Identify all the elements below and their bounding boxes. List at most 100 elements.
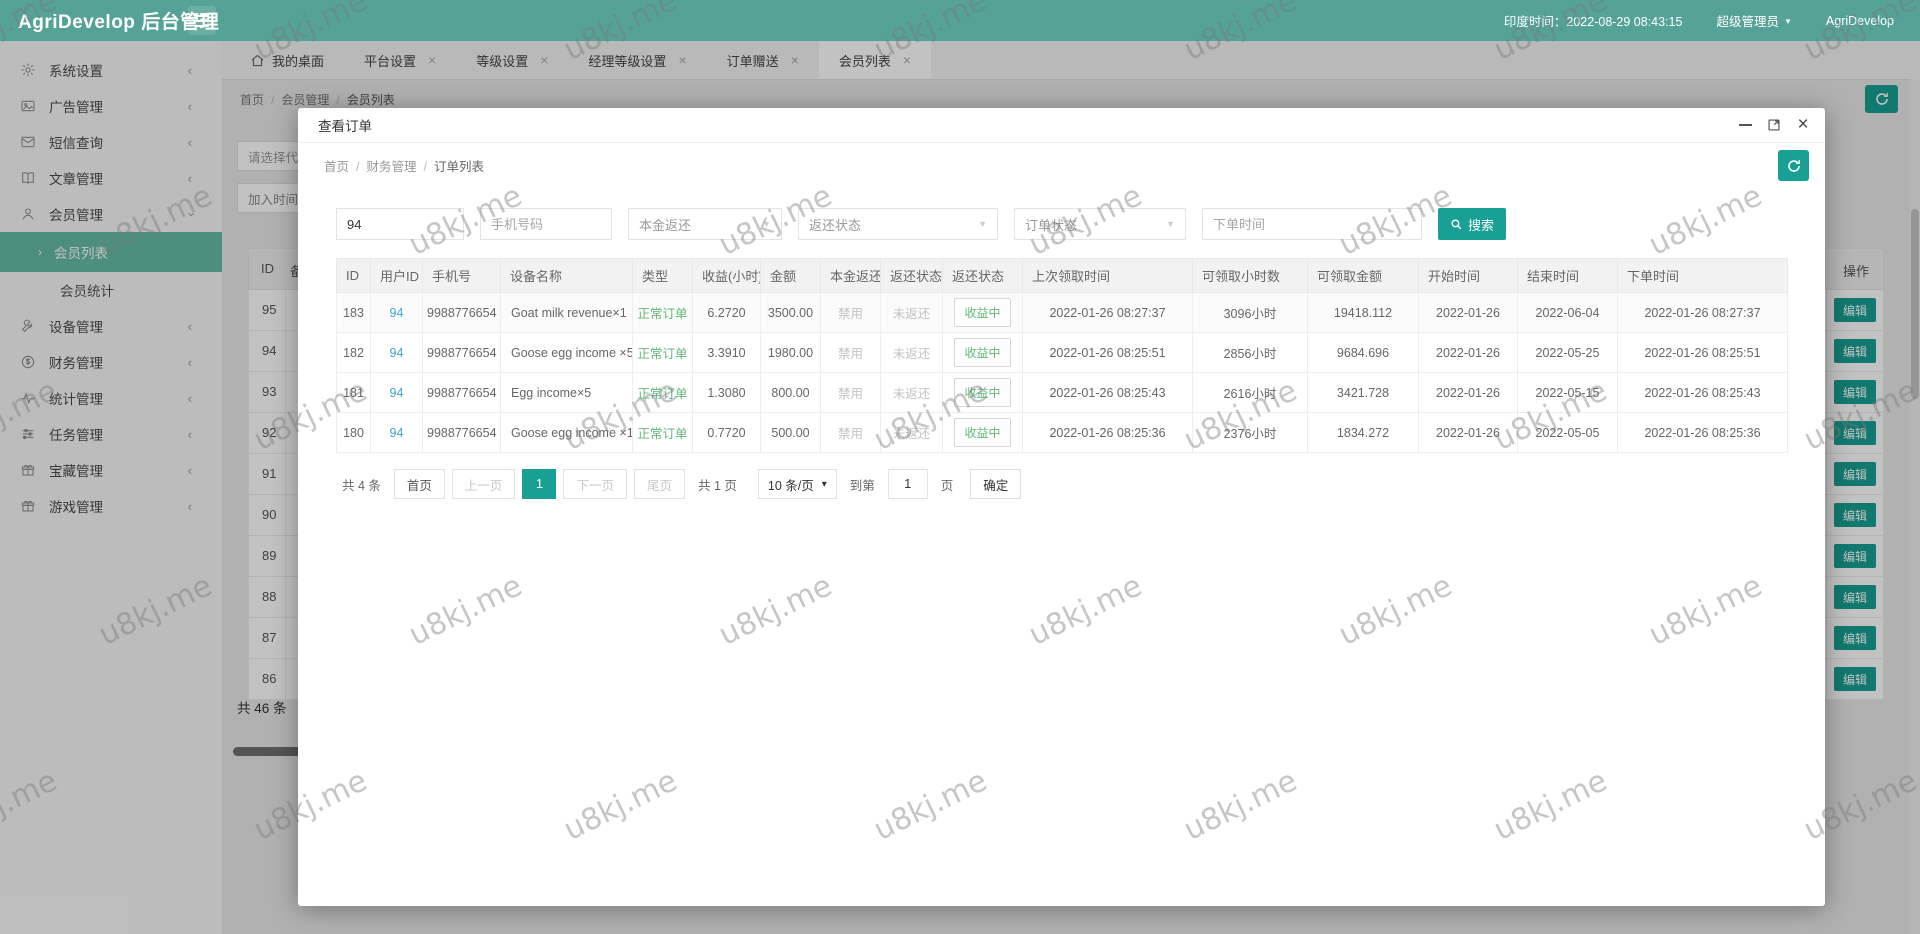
order-type-tag: 正常订单 xyxy=(637,427,688,441)
minimize-icon[interactable] xyxy=(1737,117,1753,133)
breadcrumb-item[interactable]: 首页 xyxy=(324,160,349,174)
order-time-input[interactable] xyxy=(1202,208,1422,240)
order-cell: 2022-01-26 xyxy=(1418,412,1518,453)
order-cell: 2022-01-26 08:27:37 xyxy=(1022,292,1193,333)
close-icon[interactable]: × xyxy=(1795,115,1811,134)
confirm-button[interactable]: 确定 xyxy=(970,469,1022,499)
col-header: 手机号 xyxy=(422,258,501,293)
breadcrumb-separator: / xyxy=(356,160,360,174)
modal-refresh-button[interactable] xyxy=(1778,150,1809,181)
order-cell: 500.00 xyxy=(760,412,821,453)
order-cell: 9988776654 xyxy=(422,332,501,373)
order-cell: 2022-01-26 xyxy=(1418,372,1518,413)
col-header: 设备名称 xyxy=(500,258,633,293)
order-cell: 2022-01-26 08:25:43 xyxy=(1022,372,1193,413)
top-header: AgriDevelop 后台管理 印度时间：2022-08-29 08:43:1… xyxy=(0,0,1920,41)
col-header: 开始时间 xyxy=(1418,258,1518,293)
chevron-down-icon: ▼ xyxy=(762,219,771,229)
order-row: 183 94 9988776654 Goat milk revenue×1 正常订单 6.… xyxy=(336,292,1788,333)
return-status-select[interactable]: 返还状态 ▼ xyxy=(798,208,998,240)
order-status-select[interactable]: 订单状态 ▼ xyxy=(1014,208,1186,240)
order-cell: 9684.696 xyxy=(1307,332,1419,373)
order-cell: 1.3080 xyxy=(692,372,761,413)
order-cell: 180 xyxy=(336,412,371,453)
earning-status-button[interactable]: 收益中 xyxy=(954,298,1011,327)
order-row: 181 94 9988776654 Egg income×5 正常订单 1.3080 800… xyxy=(336,372,1788,413)
app-root: AgriDevelop 后台管理 印度时间：2022-08-29 08:43:1… xyxy=(0,0,1920,934)
col-header: 返还状态 xyxy=(880,258,943,293)
chevron-down-icon: ▼ xyxy=(1166,219,1175,229)
order-cell: 181 xyxy=(336,372,371,413)
order-cell: 2022-01-26 08:25:36 xyxy=(1617,412,1788,453)
muted-status: 禁用 xyxy=(837,427,863,441)
order-cell: 183 xyxy=(336,292,371,333)
order-cell: 2022-01-26 08:25:43 xyxy=(1617,372,1788,413)
user-id-input[interactable] xyxy=(336,208,464,240)
order-row: 182 94 9988776654 Goose egg income ×5 正常订单 3.… xyxy=(336,332,1788,373)
chevron-down-icon: ▼ xyxy=(1783,17,1792,26)
view-orders-modal: 查看订单 × 首页/财务管理/订单列表 本金返还▼ xyxy=(298,108,1825,906)
muted-status: 禁用 xyxy=(837,307,863,321)
muted-status: 禁用 xyxy=(837,347,863,361)
order-cell: 2022-01-26 08:25:51 xyxy=(1022,332,1193,373)
earning-status-button[interactable]: 收益中 xyxy=(954,338,1011,367)
orders-table: ID 用户ID 手机号 设备名称 类型 收益(小时) 金额 本金返还 返还状态 返还状态 上次领取时… xyxy=(336,258,1788,453)
page-count: 共 1 页 xyxy=(697,478,737,493)
device-name: Egg income×5 xyxy=(500,372,633,413)
col-header: ID xyxy=(336,258,371,293)
order-cell: 9988776654 xyxy=(422,412,501,453)
order-cell: 2022-05-15 xyxy=(1517,372,1618,413)
prev-page-button[interactable]: 上一页 xyxy=(451,469,516,499)
earning-status-button[interactable]: 收益中 xyxy=(954,378,1011,407)
order-cell: 2022-01-26 xyxy=(1418,292,1518,333)
col-header: 类型 xyxy=(632,258,693,293)
device-name: Goat milk revenue×1 xyxy=(500,292,633,333)
order-cell: 800.00 xyxy=(760,372,821,413)
hamburger-icon[interactable] xyxy=(188,6,216,35)
search-button[interactable]: 搜索 xyxy=(1438,208,1507,240)
chevron-down-icon: ▾ xyxy=(821,478,827,490)
order-cell: 6.2720 xyxy=(692,292,761,333)
order-cell: 9988776654 xyxy=(422,292,501,333)
breadcrumb-current: 订单列表 xyxy=(434,160,485,174)
per-page-select[interactable]: 10 条/页 ▾ xyxy=(757,469,837,499)
user-id-link[interactable]: 94 xyxy=(390,306,404,320)
col-header: 结束时间 xyxy=(1517,258,1618,293)
first-page-button[interactable]: 首页 xyxy=(393,469,445,499)
col-header: 可领取小时数 xyxy=(1192,258,1308,293)
chevron-down-icon: ▼ xyxy=(978,219,987,229)
order-cell: 2022-06-04 xyxy=(1517,292,1618,333)
device-name: Goose egg income ×5 xyxy=(500,332,633,373)
order-cell: 19418.112 xyxy=(1307,292,1419,333)
muted-status: 未返还 xyxy=(892,427,931,441)
goto-label: 到第 xyxy=(849,478,875,493)
earning-status-button[interactable]: 收益中 xyxy=(954,418,1011,447)
order-cell: 2376小时 xyxy=(1192,412,1308,453)
role-dropdown[interactable]: 超级管理员 ▼ xyxy=(1716,11,1791,30)
goto-page-input[interactable] xyxy=(887,469,928,499)
order-cell: 3096小时 xyxy=(1192,292,1308,333)
order-type-tag: 正常订单 xyxy=(637,307,688,321)
user-id-link[interactable]: 94 xyxy=(390,386,404,400)
order-cell: 9988776654 xyxy=(422,372,501,413)
current-page-button[interactable]: 1 xyxy=(522,469,557,499)
order-cell: 2022-01-26 xyxy=(1418,332,1518,373)
user-id-link[interactable]: 94 xyxy=(390,346,404,360)
goto-suffix: 页 xyxy=(940,478,954,493)
phone-input[interactable] xyxy=(480,208,612,240)
order-cell: 3421.728 xyxy=(1307,372,1419,413)
order-row: 180 94 9988776654 Goose egg income ×1 正常订单 0.… xyxy=(336,412,1788,453)
order-cell: 2856小时 xyxy=(1192,332,1308,373)
order-filters: 本金返还▼ 返还状态▼ 订单状态▼ 搜索 xyxy=(336,208,1507,240)
col-header: 用户ID xyxy=(370,258,423,293)
muted-status: 未返还 xyxy=(892,387,931,401)
maximize-icon[interactable] xyxy=(1766,117,1782,133)
server-time: 印度时间：2022-08-29 08:43:15 xyxy=(1503,15,1683,29)
order-cell: 2022-05-25 xyxy=(1517,332,1618,373)
principal-return-select[interactable]: 本金返还 ▼ xyxy=(628,208,782,240)
breadcrumb-item[interactable]: 财务管理 xyxy=(367,160,417,174)
last-page-button[interactable]: 尾页 xyxy=(633,469,685,499)
next-page-button[interactable]: 下一页 xyxy=(563,469,627,499)
order-cell: 2616小时 xyxy=(1192,372,1308,413)
user-id-link[interactable]: 94 xyxy=(390,426,404,440)
